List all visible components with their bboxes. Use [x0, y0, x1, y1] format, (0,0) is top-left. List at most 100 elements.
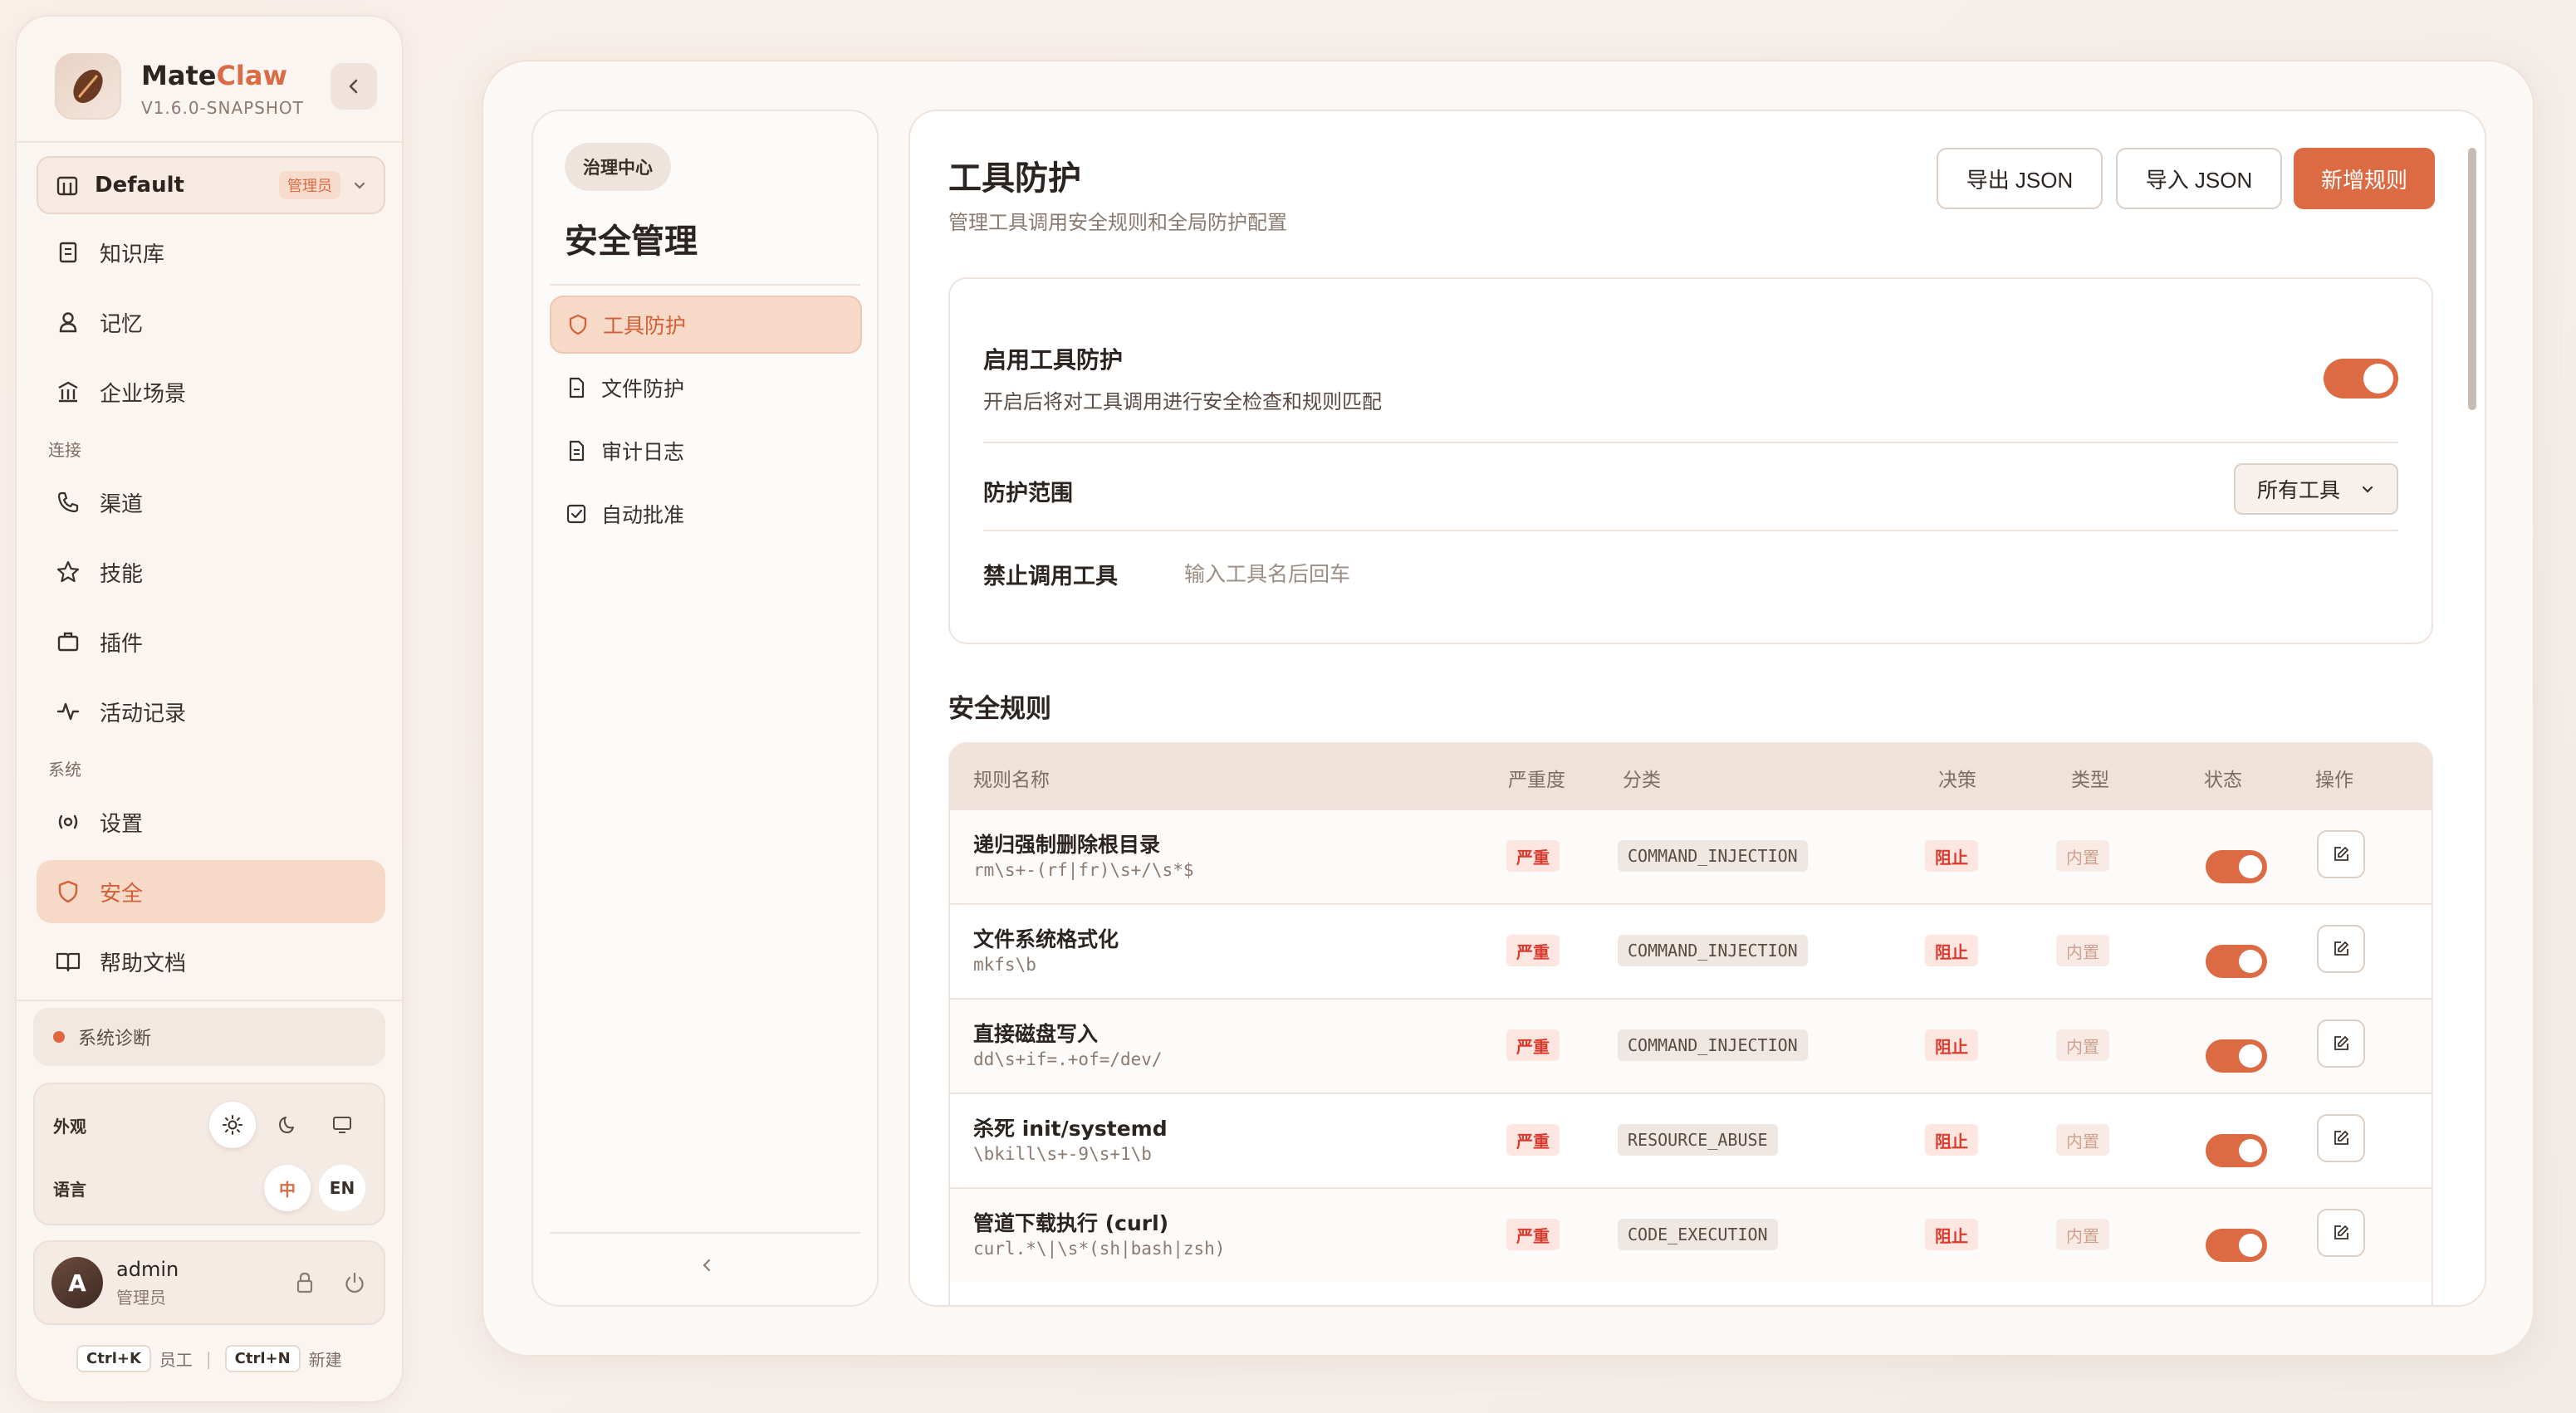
category-badge: COMMAND_INJECTION — [1618, 840, 1808, 872]
column-header: 决策 — [1938, 770, 1976, 791]
edit-rule-button[interactable] — [2317, 1114, 2365, 1162]
edit-icon — [2334, 1036, 2348, 1050]
blocked-tools-label: 禁止调用工具 — [983, 564, 1118, 589]
edit-rule-button[interactable] — [2317, 925, 2365, 973]
rule-status-toggle[interactable] — [2206, 1229, 2267, 1262]
type-badge: 内置 — [2056, 1029, 2109, 1061]
export-json-button[interactable]: 导出 JSON — [1937, 148, 2103, 209]
file-icon — [569, 377, 585, 398]
governance-chip: 治理中心 — [565, 143, 671, 191]
table-row: 直接磁盘写入 dd\s+if=.+of=/dev/ 严重 COMMAND_INJ… — [950, 998, 2432, 1093]
gov-item-audit-log[interactable]: 审计日志 — [550, 422, 862, 480]
governance-title: 安全管理 — [565, 222, 698, 261]
nav-item-activity[interactable]: 活动记录 — [37, 680, 385, 743]
scope-select[interactable]: 所有工具 — [2234, 463, 2398, 515]
severity-badge: 严重 — [1506, 1029, 1560, 1061]
workspace-selector[interactable]: Default 管理员 — [37, 156, 385, 214]
system-diagnostics-button[interactable]: 系统诊断 — [33, 1008, 385, 1066]
avatar[interactable]: A — [51, 1257, 103, 1308]
nav-item-knowledge[interactable]: 知识库 — [37, 221, 385, 284]
nav-item-help[interactable]: 帮助文档 — [37, 930, 385, 993]
rule-name: 递归强制删除根目录 — [973, 833, 1161, 857]
main-nav: 知识库 记忆 企业场景 连接 渠道 技能 插件 活动记录 系统 设置 安全 帮助… — [37, 221, 385, 1000]
enable-tool-guard-toggle[interactable] — [2324, 359, 2398, 398]
lang-en-button[interactable]: EN — [319, 1165, 365, 1211]
table-row: 管道下载执行 (curl) curl.*\|\s*(sh|bash|zsh) 严… — [950, 1187, 2432, 1282]
lock-icon[interactable] — [292, 1270, 317, 1295]
user-icon — [53, 307, 83, 337]
nav-item-channels[interactable]: 渠道 — [37, 471, 385, 534]
decision-badge: 阻止 — [1925, 840, 1978, 872]
type-badge: 内置 — [2056, 1124, 2109, 1156]
app-logo — [55, 53, 121, 120]
building-icon — [56, 176, 78, 196]
nav-item-security[interactable]: 安全 — [37, 860, 385, 923]
blocked-tools-input[interactable]: 输入工具名后回车 — [1184, 558, 1350, 588]
app-name: MateClaw — [141, 60, 288, 91]
edit-icon — [2334, 1225, 2348, 1239]
enable-description: 开启后将对工具调用进行安全检查和规则匹配 — [983, 390, 1382, 413]
nav-item-skills[interactable]: 技能 — [37, 540, 385, 604]
file-text-icon — [569, 440, 585, 462]
theme-system-button[interactable] — [319, 1102, 365, 1148]
governance-collapse-button[interactable] — [691, 1249, 724, 1282]
gov-item-auto-approve[interactable]: 自动批准 — [550, 485, 862, 543]
column-header: 规则名称 — [973, 770, 1050, 791]
add-rule-button[interactable]: 新增规则 — [2294, 148, 2435, 209]
lang-zh-button[interactable]: 中 — [264, 1165, 311, 1211]
shortcut-separator: | — [205, 1348, 212, 1369]
sidebar-collapse-button[interactable] — [331, 63, 377, 110]
nav-item-label: 知识库 — [100, 242, 165, 267]
user-info: admin 管理员 — [116, 1258, 179, 1308]
rule-status-toggle[interactable] — [2206, 850, 2267, 883]
gov-item-file-guard[interactable]: 文件防护 — [550, 359, 862, 417]
edit-icon — [2334, 941, 2348, 956]
import-json-button[interactable]: 导入 JSON — [2116, 148, 2282, 209]
type-badge: 内置 — [2056, 935, 2109, 966]
edit-rule-button[interactable] — [2317, 830, 2365, 878]
rule-name: 文件系统格式化 — [973, 927, 1119, 951]
scope-select-value: 所有工具 — [2257, 478, 2341, 502]
status-dot — [53, 1031, 65, 1043]
book-open-icon — [53, 946, 83, 976]
scrollbar[interactable] — [2468, 148, 2476, 410]
user-card: A admin 管理员 — [33, 1240, 385, 1325]
rule-pattern: \bkill\s+-9\s+1\b — [973, 1144, 1152, 1164]
shortcut-key: Ctrl+N — [224, 1345, 301, 1372]
nav-item-label: 帮助文档 — [100, 951, 187, 976]
rule-status-toggle[interactable] — [2206, 1134, 2267, 1167]
user-actions — [292, 1270, 367, 1295]
decision-badge: 阻止 — [1925, 1219, 1978, 1250]
activity-icon — [53, 697, 83, 726]
rule-status-toggle[interactable] — [2206, 945, 2267, 978]
edit-rule-button[interactable] — [2317, 1019, 2365, 1068]
brand-header: MateClaw V1.6.0-SNAPSHOT — [38, 38, 384, 130]
category-badge: CODE_EXECUTION — [1618, 1219, 1778, 1250]
shortcut-label: 新建 — [308, 1350, 342, 1370]
rule-name: 杀死 init/systemd — [973, 1117, 1168, 1141]
page-subtitle: 管理工具调用安全规则和全局防护配置 — [948, 211, 1287, 234]
chevron-down-icon — [2362, 486, 2373, 493]
gov-item-tool-guard[interactable]: 工具防护 — [550, 296, 862, 354]
nav-item-memory[interactable]: 记忆 — [37, 291, 385, 354]
edit-rule-button[interactable] — [2317, 1209, 2365, 1257]
nav-item-enterprise[interactable]: 企业场景 — [37, 360, 385, 423]
rules-table: 规则名称 严重度 分类 决策 类型 状态 操作 递归强制删除根目录 rm\s+-… — [948, 742, 2433, 1305]
theme-dark-button[interactable] — [264, 1102, 311, 1148]
nav-item-plugins[interactable]: 插件 — [37, 610, 385, 673]
briefcase-icon — [53, 627, 83, 657]
table-header: 规则名称 严重度 分类 决策 类型 状态 操作 — [950, 744, 2432, 809]
theme-light-button[interactable] — [209, 1102, 256, 1148]
nav-item-settings[interactable]: 设置 — [37, 790, 385, 853]
power-icon[interactable] — [342, 1270, 367, 1295]
rule-status-toggle[interactable] — [2206, 1039, 2267, 1073]
type-badge: 内置 — [2056, 840, 2109, 872]
chevron-left-icon — [703, 1259, 711, 1272]
rule-pattern: dd\s+if=.+of=/dev/ — [973, 1049, 1163, 1069]
governance-nav: 工具防护 文件防护 审计日志 自动批准 — [550, 296, 862, 548]
edit-icon — [2334, 1131, 2348, 1145]
enable-title: 启用工具防护 — [983, 346, 1124, 374]
appearance-row: 外观 — [35, 1096, 384, 1154]
shield-icon — [53, 877, 83, 907]
column-header: 操作 — [2315, 770, 2353, 791]
